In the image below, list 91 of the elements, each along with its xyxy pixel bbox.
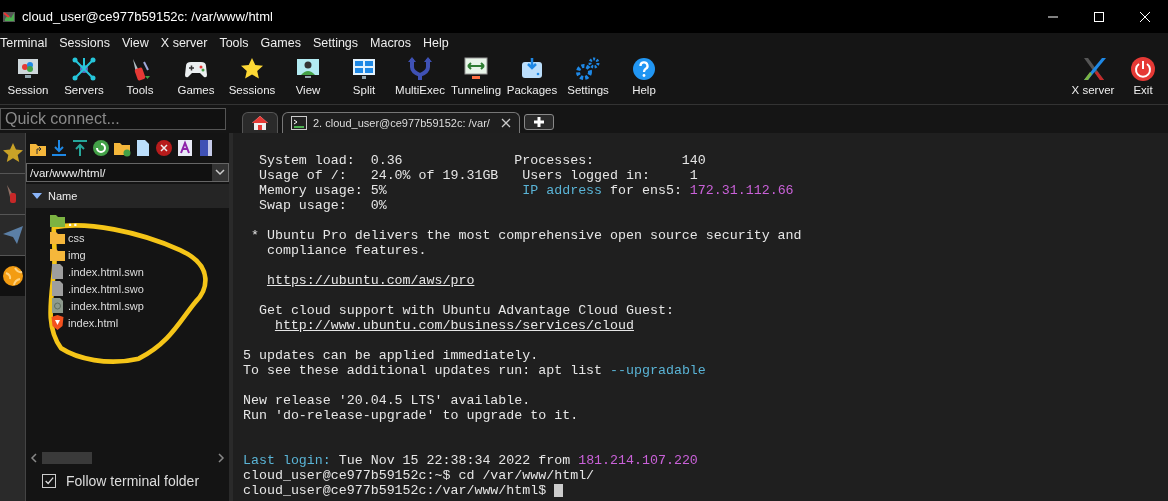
plus-icon [533,116,545,128]
toolbar-button[interactable]: Exit [1118,56,1168,96]
menu-item[interactable]: Tools [213,35,255,50]
terminal-line: * Ubuntu Pro delivers the most comprehensive open source security and [249,228,803,243]
toolbar-button[interactable]: MultiExec [392,56,448,96]
terminal-line: Memory usage: 5% IP address for ens5: 172.31.112.66 [257,183,795,198]
recycle-file-icon [49,297,66,314]
scroll-right-icon [217,453,225,463]
toolbar-button[interactable]: Packages [504,56,560,96]
window-title: cloud_user@ce977b59152c: /var/www/html [22,9,273,24]
menu-item[interactable]: Help [417,35,455,50]
terminal-line: Usage of /: 24.0% of 19.31GB Users logged in: 1 [257,168,699,183]
menu-item[interactable]: X server [154,35,214,50]
menu-item[interactable]: Games [254,35,307,50]
terminal-link[interactable]: http://www.ubuntu.com/business/services/cloud [274,318,634,333]
checkbox-label: Follow terminal folder [66,473,200,489]
path-text: /var/www/html/ [29,166,106,179]
dropdown-caret-icon [215,168,225,177]
delete-icon[interactable] [155,139,173,157]
terminal-line: System load: 0.36 Processes: 140 [257,153,707,168]
file-item[interactable]: css [26,229,229,246]
toolbar-button[interactable]: Help [616,56,672,96]
power-icon [1130,56,1156,82]
split-screen-icon [351,56,377,82]
terminal-line: compliance features. [265,243,428,258]
terminal-line: New release '20.04.5 LTS' available. [243,393,532,408]
terminal-link[interactable]: https://ubuntu.com/aws/pro [266,273,475,288]
folder-icon [49,246,66,263]
terminal-line: Run 'do-release-upgrade' to upgrade to it. [243,408,580,423]
terminal-line: 5 updates can be applied immediately. [243,348,540,363]
toolbar-button[interactable]: Tunneling [448,56,504,96]
file-item[interactable]: .index.html.swp [26,297,229,314]
menu-item[interactable]: View [116,35,155,50]
terminal-line: cloud_user@ce977b59152c:~$ cd /var/www/html/ [243,468,596,483]
maximize-icon [1093,10,1105,23]
home-tab[interactable] [242,112,278,133]
folder-icon [49,212,66,229]
terminal-icon [291,116,307,130]
menu-item[interactable]: Macros [364,35,418,50]
toolbar-button[interactable]: X server [1068,56,1118,96]
star-icon [1,142,24,164]
book-icon[interactable] [197,139,215,157]
help-icon [631,56,657,82]
terminal-line: cloud_user@ce977b59152c:/var/www/html$ [243,483,1168,498]
quick-connect-field[interactable]: Quick connect... [0,108,226,130]
close-icon [501,118,511,128]
file-icon [49,263,66,280]
paper-plane-icon [1,224,24,246]
toolbar-button[interactable]: Sessions [224,56,280,96]
file-item[interactable]: .index.html.swo [26,280,229,297]
toolbar-button[interactable]: Split [336,56,392,96]
terminal-line: Swap usage: 0% [257,198,388,213]
file-icon [49,280,66,297]
toolbar-button[interactable]: Tools [112,56,168,96]
terminal-line: Get cloud support with Ubuntu Advantage Cloud Guest: [257,303,675,318]
file-item[interactable]: .index.html.swn [26,263,229,280]
new-tab-button[interactable] [524,114,554,130]
download-icon[interactable] [50,139,68,157]
globe-icon [1,265,24,287]
home-icon [251,115,269,131]
file-item[interactable]: index.html [26,314,229,331]
page-icon[interactable] [176,139,194,157]
toolbar-button[interactable]: Settings [560,56,616,96]
settings-icon [575,56,601,82]
refresh-icon[interactable] [92,139,110,157]
network-icon [71,56,97,82]
terminal-line: To see these additional updates run: apt list --upgradable [243,363,707,378]
path-dropdown[interactable]: /var/www/html/ [26,163,229,182]
menu-item[interactable]: Sessions [53,35,116,50]
follow-folder-checkbox[interactable] [42,474,56,488]
sidebar-tab[interactable] [0,256,25,296]
terminal-tab[interactable]: 2. cloud_user@ce977b59152c: /var/ [282,112,520,133]
menu-item[interactable]: Terminal [0,35,54,50]
file-item[interactable]: img [26,246,229,263]
menu-item[interactable]: Settings [306,35,365,50]
toolbar-button[interactable]: Servers [56,56,112,96]
toolbar-button[interactable]: Games [168,56,224,96]
scroll-left-icon [30,453,38,463]
fork-arrows-icon [407,56,433,82]
close-tab-button[interactable] [501,118,511,128]
folder-icon [49,229,66,246]
name-column-header[interactable]: Name [26,184,229,208]
tunnel-icon [463,56,489,82]
upload-icon[interactable] [71,139,89,157]
close-icon [1139,10,1151,23]
sort-caret-icon [32,192,42,200]
new-file-icon[interactable] [134,139,152,157]
toolbar-button[interactable]: Session [0,56,56,96]
app-icon [2,9,16,24]
terminal-line: Last login: Tue Nov 15 22:38:34 2022 from 181.214.107.220 [243,453,699,468]
toolbar-button[interactable]: View [280,56,336,96]
